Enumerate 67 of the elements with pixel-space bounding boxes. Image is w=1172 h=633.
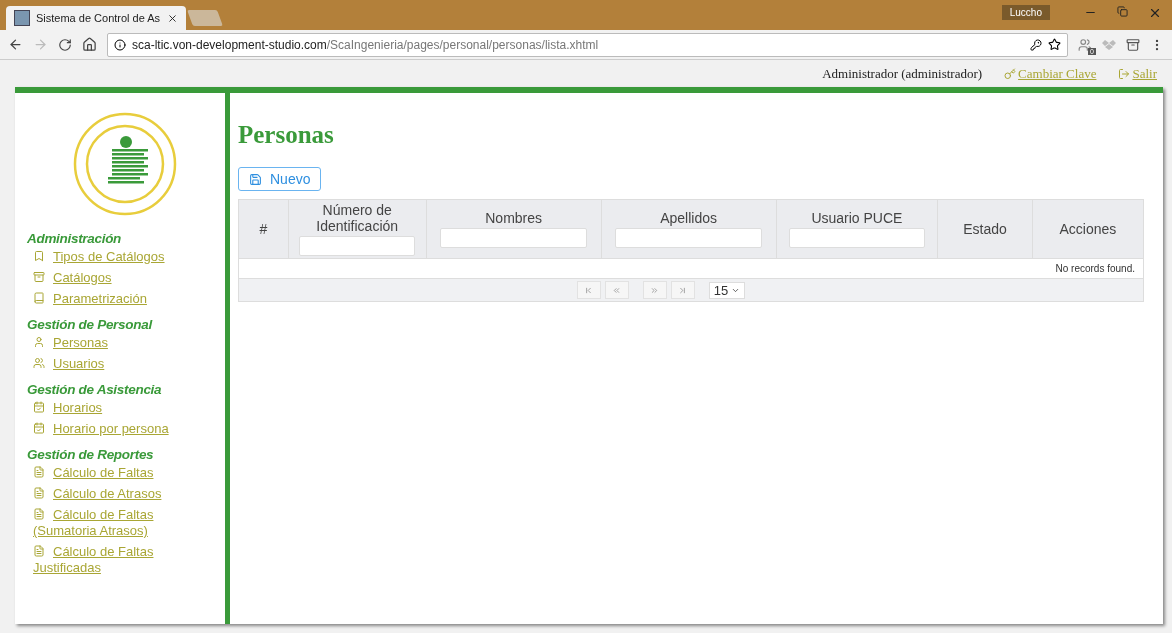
rows-per-page-select[interactable]: 15 [708,281,746,299]
star-icon[interactable] [1048,38,1061,51]
column-header: Número de Identificación [288,199,427,259]
filter-field[interactable] [299,236,415,256]
column-header: Nombres [426,199,602,259]
key-icon[interactable] [1030,38,1042,51]
document-icon [33,466,45,478]
sidebar-link[interactable]: Cálculo de Faltas [33,465,215,481]
document-icon [33,487,45,499]
document-icon [33,508,45,520]
sidebar-link[interactable]: Cálculo de Faltas Justificadas [33,544,215,576]
info-icon [114,38,126,51]
page-title: Personas [238,121,335,149]
double-chevron-right-icon [650,285,660,295]
sidebar-link[interactable]: Horarios [33,400,215,416]
sidebar-link[interactable]: Cálculo de Faltas (Sumatoria Atrasos) [33,507,215,539]
column-header: Apellidos [601,199,777,259]
sidebar-link[interactable]: Usuarios [33,356,215,372]
logout-icon [1118,67,1131,80]
header-link[interactable]: Cambiar Clave [1004,65,1097,82]
double-chevron-left-icon [612,285,622,295]
new-tab-button[interactable] [187,10,223,26]
favicon-icon [14,10,30,26]
profile-button[interactable]: Luccho [1001,5,1050,20]
column-header: Acciones [1032,199,1144,259]
address-field[interactable]: sca-ltic.von-development-studio.com/ScaIngenieria/pages/personal/personas/lista.xhtml [107,32,1068,57]
back-icon[interactable] [8,37,23,52]
column-header: Usuario PUCE [776,199,938,259]
close-icon[interactable] [1148,6,1162,20]
calendar-icon [33,401,45,413]
browser-tab[interactable]: Sistema de Control de As [6,6,186,30]
url-host: sca-ltic.von-development-studio.com [132,37,327,52]
person-icon [33,336,45,348]
first-page-icon [584,285,594,295]
section-heading: Gestión de Personal [27,317,154,332]
section-heading: Gestión de Asistencia [27,382,163,397]
sidebar-link[interactable]: Tipos de Catálogos [33,249,215,265]
save-icon [249,172,262,186]
archive-icon [33,271,45,283]
filter-field[interactable] [440,228,588,248]
url-path: /ScaIngenieria/pages/personal/personas/lista.xhtml [326,37,599,52]
home-icon[interactable] [82,37,97,52]
filter-field[interactable] [789,228,925,248]
calendar-icon [33,422,45,434]
sidebar-link[interactable]: Catálogos [33,270,215,286]
key-icon [1004,67,1017,80]
close-icon[interactable] [167,12,178,24]
sidebar-link[interactable]: Personas [33,335,215,351]
document-icon [33,545,45,557]
restore-icon[interactable] [1117,6,1128,17]
section-heading: Gestión de Reportes [27,447,155,462]
sidebar-link[interactable]: Horario por persona [33,421,215,437]
last-page-icon [678,285,688,295]
column-header: # [238,199,289,259]
section-heading: Administración [27,231,123,246]
reload-icon[interactable] [58,37,72,52]
empty-message: No records found. [238,258,1144,279]
header-link[interactable]: Salir [1118,65,1157,82]
book-icon [33,292,45,304]
user-name: Administrador (administrador) [822,65,983,82]
sidebar-link[interactable]: Parametrización [33,291,215,307]
new-button[interactable]: Nuevo [238,167,322,191]
bookmark-icon [33,250,45,262]
users-icon [33,357,45,369]
filter-field[interactable] [615,228,763,248]
sidebar-link[interactable]: Cálculo de Atrasos [33,486,215,502]
column-header: Estado [937,199,1033,259]
